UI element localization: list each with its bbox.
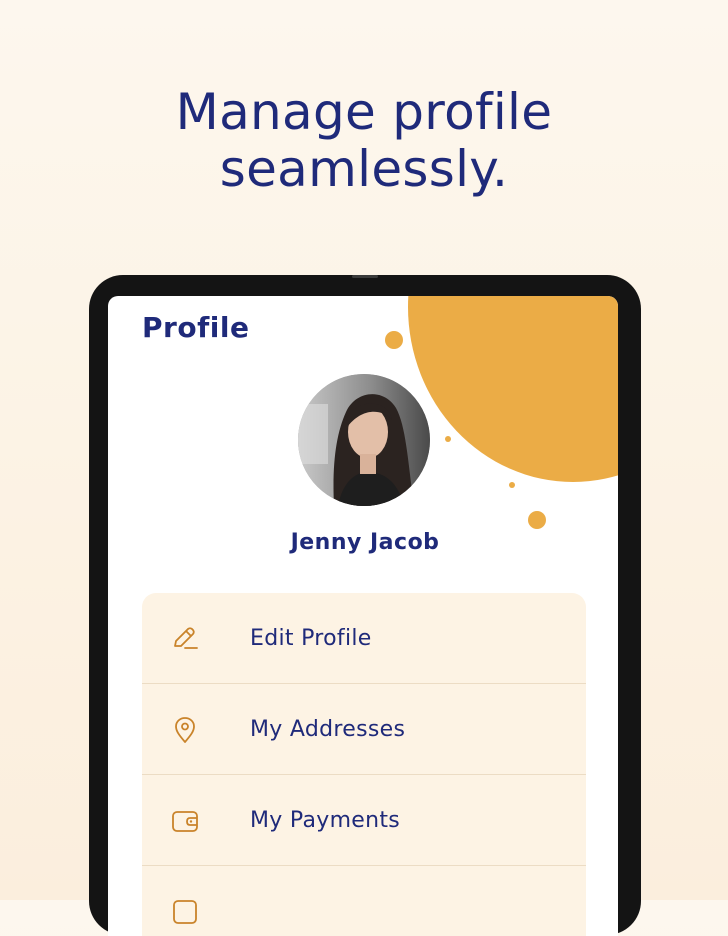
menu-item-my-payments[interactable]: My Payments xyxy=(142,775,586,866)
user-name: Jenny Jacob xyxy=(290,530,440,555)
headline-line-1: Manage profile xyxy=(175,83,553,141)
location-pin-icon xyxy=(175,717,195,743)
menu-item-label: My Addresses xyxy=(250,716,406,742)
wallet-icon xyxy=(172,811,198,832)
headline: Manage profile seamlessly. xyxy=(0,84,728,198)
menu-item-my-addresses[interactable]: My Addresses xyxy=(142,684,586,775)
device-camera xyxy=(352,275,378,278)
decorative-dot xyxy=(528,511,546,529)
menu-item-label: My Payments xyxy=(250,807,401,833)
avatar-photo xyxy=(298,374,430,506)
page-title: Profile xyxy=(142,311,250,344)
profile-menu: Edit Profile My Addresses My Payments xyxy=(142,593,586,936)
avatar[interactable] xyxy=(298,374,430,506)
decorative-dot xyxy=(509,482,515,488)
list-icon xyxy=(173,900,197,924)
menu-item-edit-profile[interactable]: Edit Profile xyxy=(142,593,586,684)
decorative-dot xyxy=(385,331,403,349)
headline-line-2: seamlessly. xyxy=(219,140,509,198)
menu-item-label: Edit Profile xyxy=(250,625,372,651)
edit-icon xyxy=(174,627,198,649)
decorative-circle xyxy=(408,296,618,482)
profile-screen: Profile Jenny Jacob Edit Profile My Addr… xyxy=(108,296,618,936)
decorative-dot xyxy=(445,436,451,442)
menu-item-more[interactable] xyxy=(142,866,586,936)
